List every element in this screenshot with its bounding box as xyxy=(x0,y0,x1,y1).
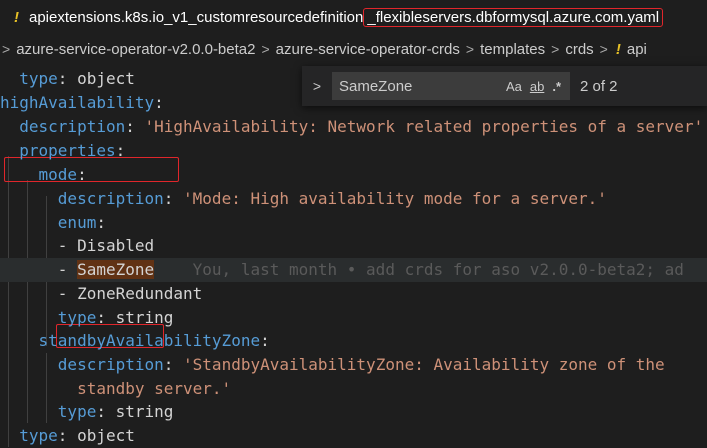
find-widget: > SameZone Aa ab .* 2 of 2 xyxy=(302,66,707,106)
code-line-current: - SameZone You, last month • add crds fo… xyxy=(0,258,707,282)
regex-icon[interactable]: .* xyxy=(552,79,561,94)
match-whole-word-icon[interactable]: ab xyxy=(530,79,544,94)
highavailability-key: highAvailability xyxy=(0,93,155,112)
chevron-right-icon[interactable]: > xyxy=(306,78,328,94)
chevron-right-icon: > xyxy=(599,41,608,57)
breadcrumb-item[interactable]: azure-service-operator-v2.0.0-beta2 xyxy=(16,41,255,58)
yaml-exclamation-icon: ! xyxy=(615,40,621,58)
tab-title-prefix: apiextensions.k8s.io_v1_customresourcede… xyxy=(29,8,364,26)
code-line: description: 'HighAvailability: Network … xyxy=(19,117,704,136)
code-line: standby server.' xyxy=(77,379,232,398)
code-line: type: object xyxy=(19,426,135,445)
tab-title-highlight: _flexibleservers.dbformysql.azure.com.ya… xyxy=(363,7,664,27)
chevron-right-icon: > xyxy=(551,41,560,57)
breadcrumb: > azure-service-operator-v2.0.0-beta2 > … xyxy=(0,36,707,62)
chevron-right-icon: > xyxy=(2,41,11,57)
find-input[interactable]: SameZone Aa ab .* xyxy=(332,72,570,100)
code-line: enum: xyxy=(57,213,106,232)
match-case-icon[interactable]: Aa xyxy=(506,79,522,94)
git-blame-annotation: You, last month • add crds for aso v2.0.… xyxy=(192,260,684,279)
chevron-right-icon: > xyxy=(465,41,475,57)
code-line: mode: xyxy=(38,165,87,184)
code-line: type: string xyxy=(57,402,174,421)
chevron-right-icon: > xyxy=(261,41,270,57)
code-editor[interactable]: type: object highAvailability: descripti… xyxy=(0,66,707,447)
code-line: standbyAvailabilityZone: xyxy=(38,331,270,350)
breadcrumb-item[interactable]: azure-service-operator-crds xyxy=(276,41,460,58)
code-line: - ZoneRedundant xyxy=(0,284,203,303)
yaml-exclamation-icon: ! xyxy=(14,8,19,26)
code-line: description: 'StandbyAvailabilityZone: A… xyxy=(57,355,665,374)
code-line: type: string xyxy=(57,308,174,327)
code-line: - Disabled xyxy=(0,236,155,255)
search-match: SameZone xyxy=(77,260,155,279)
code-line: description: 'Mode: High availability mo… xyxy=(57,189,607,208)
editor-tab[interactable]: ! apiextensions.k8s.io_v1_customresource… xyxy=(0,0,707,34)
breadcrumb-item[interactable]: api xyxy=(627,41,647,58)
breadcrumb-item[interactable]: templates xyxy=(480,41,545,58)
code-line: properties: xyxy=(19,141,126,160)
breadcrumb-item[interactable]: crds xyxy=(565,41,593,58)
find-match-count: 2 of 2 xyxy=(580,77,618,95)
